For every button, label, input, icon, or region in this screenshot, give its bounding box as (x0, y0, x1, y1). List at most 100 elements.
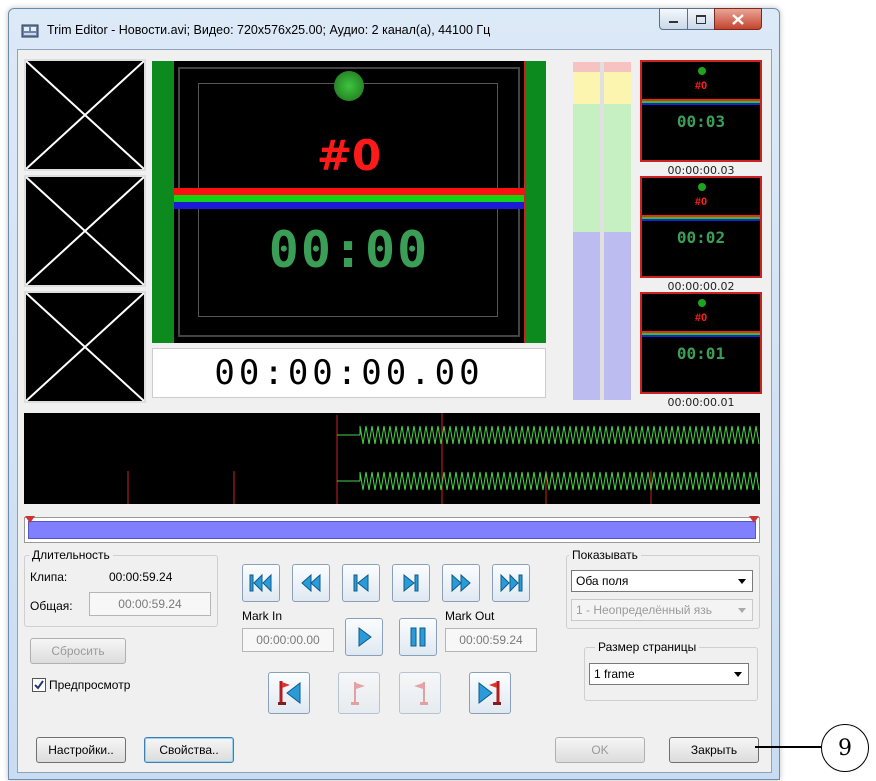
status-dot (334, 71, 364, 101)
chevron-down-icon (738, 608, 746, 613)
page-size-select-value: 1 frame (594, 667, 635, 681)
close-window-button[interactable] (714, 8, 762, 30)
step-back-button[interactable] (342, 564, 380, 602)
thumbnail-3 (24, 291, 146, 403)
rewind-icon (301, 573, 321, 593)
video-preview[interactable]: #0 00:00 (152, 61, 546, 343)
total-duration-value: 00:00:59.24 (118, 597, 182, 611)
frame-thumbnail: #0 00:01 (640, 292, 762, 394)
close-icon (732, 13, 744, 25)
show-group-label: Показывать (569, 548, 641, 562)
properties-button-label: Свойства.. (159, 743, 219, 757)
language-select[interactable]: 1 - Неопределённый язь (571, 599, 753, 621)
thumbnail-2 (24, 175, 146, 287)
pause-icon (410, 627, 426, 647)
frame-number: #0 (694, 196, 708, 208)
frame-timecode: 00:00:00.01 (667, 396, 735, 409)
go-start-button[interactable] (242, 564, 280, 602)
step-forward-button[interactable] (392, 564, 430, 602)
pause-button[interactable] (399, 618, 437, 656)
preview-right-bar (524, 61, 546, 343)
reset-button[interactable]: Сбросить (30, 638, 126, 664)
audio-level-meter (573, 62, 631, 400)
ok-button[interactable]: OK (555, 737, 645, 763)
mark-in-label: Mark In (242, 609, 283, 623)
timeline-track[interactable] (24, 516, 760, 543)
frame-number: #0 (694, 80, 708, 92)
fields-select[interactable]: Оба поля (571, 570, 753, 592)
preview-checkbox-label: Предпросмотр (49, 678, 131, 692)
callout-badge: 9 (821, 724, 869, 772)
go-end-button[interactable] (492, 564, 530, 602)
page-size-group: Размер страницы 1 frame (584, 640, 758, 701)
set-mark-out-icon (478, 681, 501, 705)
mark-out-field[interactable]: 00:00:59.24 (445, 628, 537, 652)
step-forward-icon (403, 573, 419, 593)
level-meter-graphic (573, 62, 631, 400)
client-area: #0 00:00 00:00:00.00 #0 00:03 00:00:00.0… (17, 49, 772, 773)
frame-time: 00:01 (676, 344, 726, 363)
show-group: Показывать Оба поля 1 - Неопределённый я… (566, 548, 760, 629)
color-bar-green (174, 195, 524, 202)
frame-dot (698, 183, 706, 191)
settings-button-label: Настройки.. (48, 743, 114, 757)
timecode-text: 00:00:00.00 (214, 353, 484, 393)
page-size-select[interactable]: 1 frame (589, 663, 749, 685)
frame-thumbnail: #0 00:03 (640, 60, 762, 162)
frame-preview-3[interactable]: #0 00:01 00:00:00.01 (640, 292, 762, 409)
flag-out-button[interactable] (399, 672, 441, 714)
placeholder-thumbnail (24, 291, 146, 403)
flag-in-button[interactable] (338, 672, 380, 714)
reset-button-label: Сбросить (51, 644, 105, 658)
frame-preview-1[interactable]: #0 00:03 00:00:00.03 (640, 60, 762, 177)
properties-button[interactable]: Свойства.. (144, 737, 234, 763)
duration-group-label: Длительность (29, 548, 113, 562)
step-back-icon (353, 573, 369, 593)
set-mark-in-button[interactable] (268, 672, 310, 714)
mark-out-label: Mark Out (445, 609, 495, 623)
audio-waveform[interactable] (24, 413, 760, 504)
play-icon (358, 627, 372, 647)
color-bar-blue (174, 202, 524, 209)
frame-time: 00:02 (676, 228, 726, 247)
frame-thumbnail: #0 00:02 (640, 176, 762, 278)
close-button[interactable]: Закрыть (669, 737, 759, 763)
frame-dot (698, 299, 706, 307)
maximize-button[interactable] (687, 8, 715, 30)
color-bar-red (174, 188, 524, 195)
preview-clip-number: #0 (316, 131, 382, 180)
fast-forward-button[interactable] (442, 564, 480, 602)
minimize-icon (669, 21, 678, 23)
timeline-selection (28, 521, 756, 539)
duration-group: Длительность Клипа: 00:00:59.24 Общая: 0… (24, 548, 218, 627)
mark-in-field[interactable]: 00:00:00.00 (242, 628, 334, 652)
clip-duration-value: 00:00:59.24 (109, 570, 173, 584)
flag-out-icon (414, 682, 428, 705)
fast-forward-icon (451, 573, 471, 593)
set-mark-out-button[interactable] (469, 672, 511, 714)
preview-checkbox[interactable] (32, 678, 46, 692)
frame-number: #0 (694, 312, 708, 324)
title-bar[interactable]: Trim Editor - Новости.avi; Видео: 720x57… (9, 8, 779, 49)
timecode-display: 00:00:00.00 (152, 348, 546, 398)
placeholder-thumbnail (24, 175, 146, 287)
clip-duration-label: Клипа: (30, 570, 68, 584)
waveform-graphic (127, 413, 760, 504)
play-button[interactable] (345, 618, 383, 656)
frame-preview-2[interactable]: #0 00:02 00:00:00.02 (640, 176, 762, 293)
page-size-group-label: Размер страницы (595, 640, 700, 654)
maximize-icon (696, 14, 706, 24)
callout-number: 9 (838, 735, 852, 761)
checkmark-icon (34, 680, 44, 690)
language-select-value: 1 - Неопределённый язь (576, 603, 713, 617)
trim-editor-window: Trim Editor - Новости.avi; Видео: 720x57… (8, 8, 780, 780)
chevron-down-icon (738, 579, 746, 584)
preview-checkbox-row[interactable]: Предпросмотр (32, 678, 130, 692)
mark-in-handle[interactable] (25, 516, 35, 523)
rewind-button[interactable] (292, 564, 330, 602)
minimize-button[interactable] (659, 8, 688, 30)
settings-button[interactable]: Настройки.. (36, 737, 126, 763)
total-duration-field[interactable]: 00:00:59.24 (89, 592, 211, 616)
mark-out-handle[interactable] (749, 516, 759, 523)
placeholder-thumbnail (24, 59, 146, 171)
